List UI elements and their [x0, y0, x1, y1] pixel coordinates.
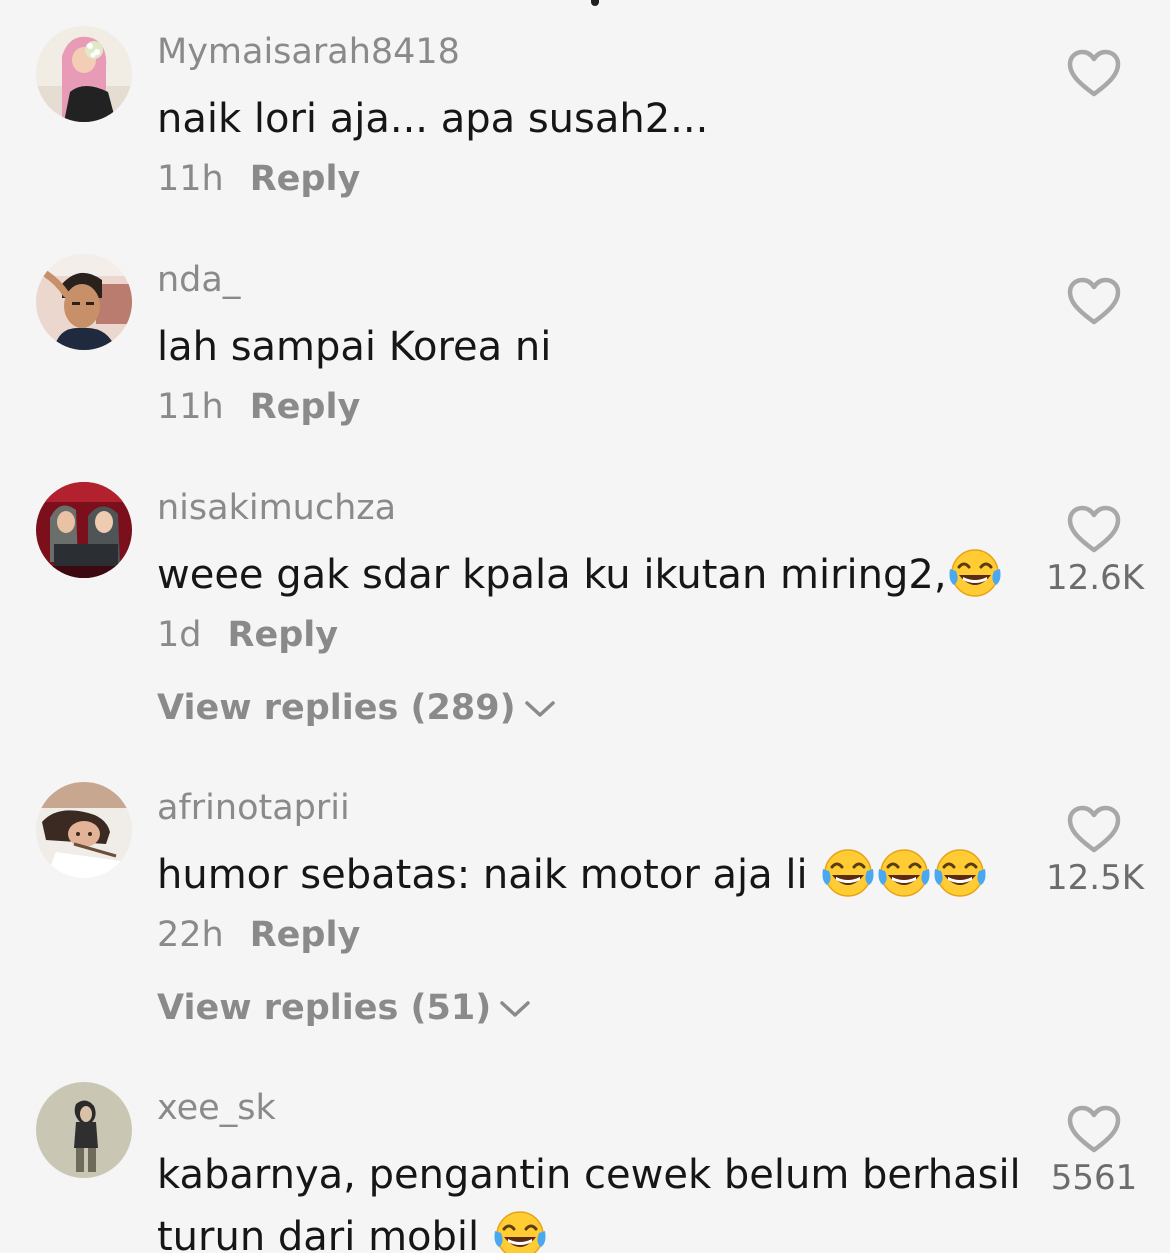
avatar[interactable]	[36, 1082, 132, 1178]
like-button[interactable]: 12.6K	[1046, 504, 1144, 598]
face-with-tears-of-joy-emoji	[934, 849, 986, 897]
comment-time: 22h	[157, 915, 224, 955]
comment-meta: 11h Reply	[157, 385, 360, 429]
face-with-tears-of-joy-emoji	[822, 849, 874, 897]
face-with-tears-of-joy-emoji	[878, 849, 930, 897]
face-with-tears-of-joy-emoji	[494, 1211, 546, 1253]
avatar[interactable]	[36, 782, 132, 878]
drag-handle	[591, 0, 599, 6]
heart-outline-icon	[1067, 805, 1121, 853]
comment-text: humor sebatas: naik motor aja li	[157, 844, 1027, 906]
chevron-down-icon	[500, 1001, 530, 1017]
comment-text: kabarnya, pengantin cewek belum berhasil…	[157, 1144, 1027, 1253]
view-replies-label: View replies (289)	[157, 688, 516, 728]
like-count: 12.5K	[1046, 858, 1144, 898]
comment-username[interactable]: nisakimuchza	[157, 486, 396, 530]
like-button[interactable]	[1046, 48, 1142, 98]
comment-text: naik lori aja... apa susah2...	[157, 96, 709, 142]
comment-meta: 11h Reply	[157, 157, 360, 201]
heart-outline-icon	[1067, 277, 1121, 325]
view-replies-label: View replies (51)	[157, 988, 492, 1028]
heart-outline-icon	[1067, 49, 1121, 97]
comment-text-content: weee gak sdar kpala ku ikutan miring2,	[157, 552, 947, 598]
comment-meta: 1d Reply	[157, 613, 338, 657]
reply-button[interactable]: Reply	[228, 615, 339, 655]
comment-username[interactable]: Mymaisarah8418	[157, 30, 460, 74]
comment-text: weee gak sdar kpala ku ikutan miring2,	[157, 544, 1027, 606]
view-replies-button[interactable]: View replies (51)	[157, 986, 531, 1030]
reply-button[interactable]: Reply	[250, 915, 361, 955]
heart-outline-icon	[1067, 1105, 1121, 1153]
comment-text-content: humor sebatas: naik motor aja li	[157, 852, 821, 898]
avatar[interactable]	[36, 26, 132, 122]
comment-time: 11h	[157, 387, 224, 427]
comment-username[interactable]: nda_	[157, 258, 240, 302]
comment-username[interactable]: xee_sk	[157, 1086, 276, 1130]
like-count: 12.6K	[1046, 558, 1144, 598]
comments-panel: Mymaisarah8418 naik lori aja... apa susa…	[0, 0, 1170, 1253]
like-button[interactable]: 12.5K	[1046, 804, 1144, 898]
reply-button[interactable]: Reply	[250, 159, 361, 199]
chevron-down-icon	[524, 701, 555, 717]
reply-button[interactable]: Reply	[250, 387, 361, 427]
heart-outline-icon	[1067, 505, 1121, 553]
comment-meta: 22h Reply	[157, 913, 360, 957]
face-with-tears-of-joy-emoji	[949, 549, 1001, 597]
like-button[interactable]	[1046, 276, 1142, 326]
comment-time: 11h	[157, 159, 224, 199]
like-button[interactable]: 5561	[1046, 1104, 1142, 1198]
like-count: 5561	[1050, 1158, 1138, 1198]
avatar[interactable]	[36, 482, 132, 578]
view-replies-button[interactable]: View replies (289)	[157, 686, 556, 730]
comment-username[interactable]: afrinotaprii	[157, 786, 350, 830]
comment-time: 1d	[157, 615, 202, 655]
comment-text-content: kabarnya, pengantin cewek belum berhasil…	[157, 1152, 1021, 1253]
comment-text: lah sampai Korea ni	[157, 324, 552, 370]
avatar[interactable]	[36, 254, 132, 350]
